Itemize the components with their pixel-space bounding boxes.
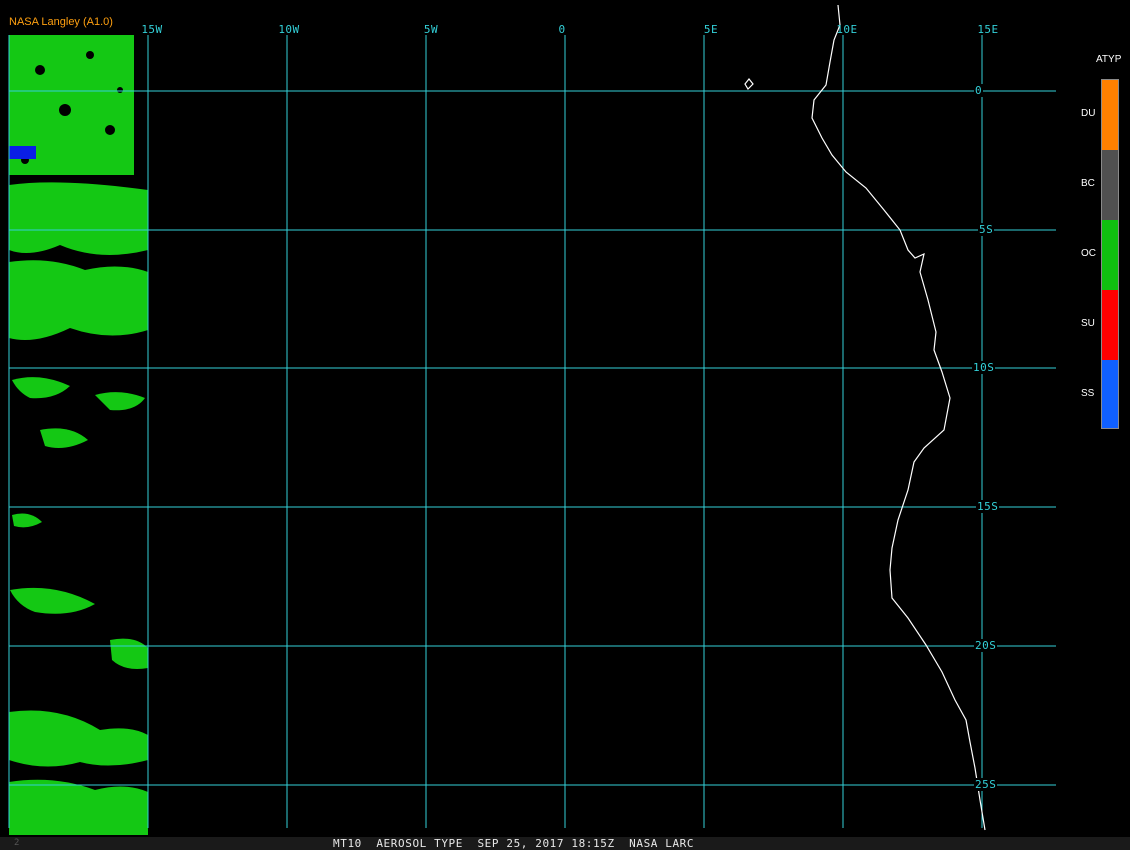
credit-label: NASA Langley (A1.0) [9,16,113,28]
aerosol-swath [9,35,148,835]
africa-coastline [811,4,986,831]
legend-label-su: SU [1081,318,1095,329]
lat-lon-grid [8,35,1056,828]
legend-label-du: DU [1081,108,1096,119]
footer-title: MT10 AEROSOL TYPE SEP 25, 2017 18:15Z NA… [333,837,695,850]
legend-title: ATYP [1096,54,1122,65]
legend-swatch-su [1102,290,1118,360]
aerosol-swath-north-gap [134,175,148,187]
lon-label-5w: 5W [423,23,439,36]
lat-label-20s: 20S [974,639,998,652]
lat-label-15s: 15S [976,500,1000,513]
legend-swatch-bc [1102,150,1118,220]
legend-label-ss: SS [1081,388,1095,399]
map-canvas [8,4,1056,835]
lon-label-15e: 15E [977,23,999,36]
aerosol-cloud-patches [9,182,148,835]
legend-color-bar [1101,79,1119,429]
lon-label-5e: 5E [703,23,719,36]
bioko-island [744,78,754,90]
sea-salt-patch [9,146,36,159]
footer-corner-mark: 2 [14,838,20,848]
legend-label-bc: BC [1081,178,1095,189]
legend-swatch-ss [1102,360,1118,428]
legend-swatch-oc [1102,220,1118,290]
lat-label-0: 0 [974,84,984,97]
lat-label-5s: 5S [978,223,995,236]
lat-label-10s: 10S [972,361,996,374]
lon-label-15w: 15W [141,23,163,36]
footer-bar: 2 MT10 AEROSOL TYPE SEP 25, 2017 18:15Z … [0,837,1130,850]
lon-label-10e: 10E [836,23,858,36]
lon-label-10w: 10W [278,23,300,36]
lat-label-25s: 25S [974,778,998,791]
lon-label-0: 0 [558,23,566,36]
legend-swatch-du [1102,80,1118,150]
legend-label-oc: OC [1081,248,1096,259]
